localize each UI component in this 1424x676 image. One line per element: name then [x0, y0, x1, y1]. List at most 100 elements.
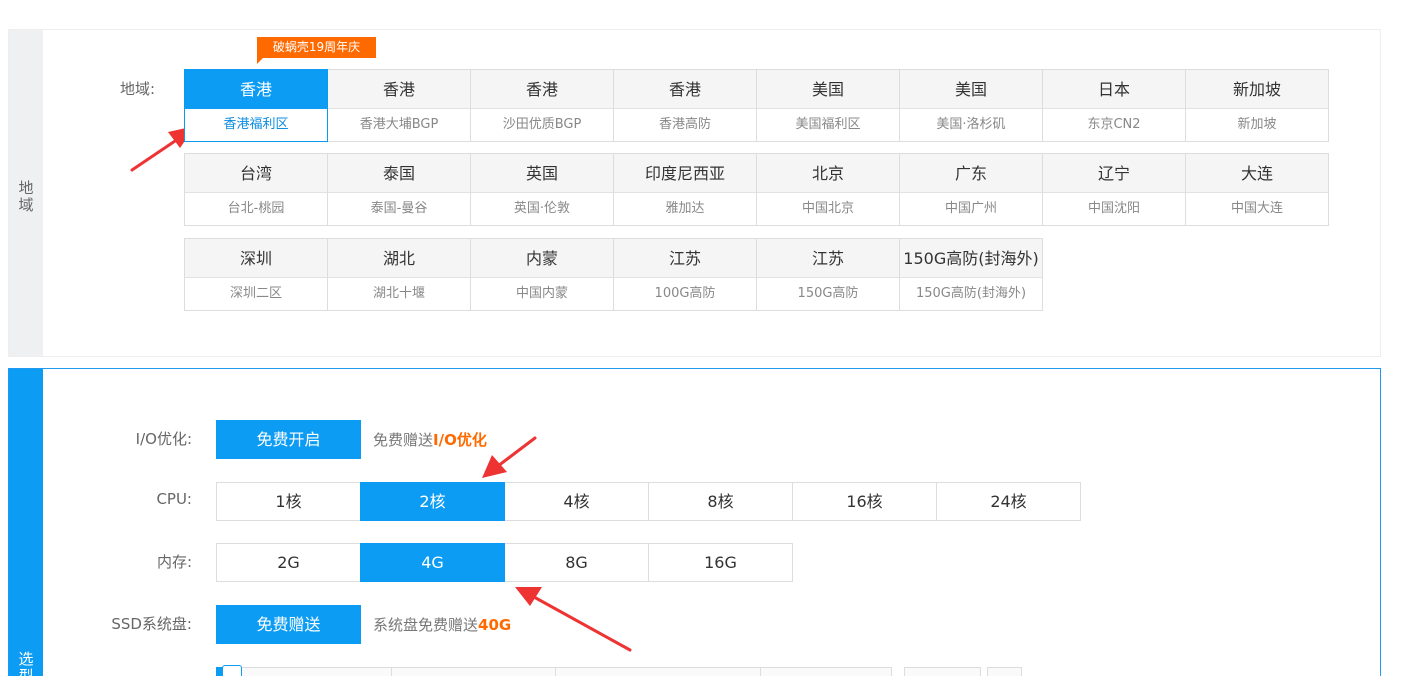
region-option-name: 大连: [1186, 154, 1328, 193]
cpu-options: 1核 2核 4核 8核 16核 24核: [216, 482, 1081, 521]
region-option[interactable]: 印度尼西亚 雅加达: [613, 153, 757, 226]
region-option-name: 广东: [900, 154, 1042, 193]
region-option-sub: 中国北京: [801, 201, 854, 216]
region-option-sub: 美国·洛杉矶: [936, 117, 1006, 132]
region-option-name: 美国: [900, 70, 1042, 109]
region-option-name: 台湾: [185, 154, 327, 193]
region-option[interactable]: 英国英国·伦敦: [470, 153, 614, 226]
region-option-name: 英国: [471, 154, 613, 193]
region-option-name: 香港: [328, 70, 470, 109]
memory-option[interactable]: 16G: [648, 543, 793, 582]
region-field-label: 地域:: [120, 80, 156, 98]
region-option-sub: 台北-桃园: [227, 201, 285, 216]
disk-slider-handle[interactable]: [222, 665, 242, 676]
region-option[interactable]: 美国美国·洛杉矶: [899, 69, 1043, 142]
region-option[interactable]: 香港沙田优质BGP: [470, 69, 614, 142]
ssd-free-button[interactable]: 免费赠送: [216, 605, 361, 644]
ssd-label: SSD系统盘:: [111, 615, 192, 633]
region-option-sub: 香港大埔BGP: [359, 117, 439, 132]
region-option-name: 泰国: [328, 154, 470, 193]
region-option[interactable]: 泰国泰国-曼谷: [327, 153, 471, 226]
region-option[interactable]: 江苏 100G高防: [613, 238, 757, 311]
region-option-sub: 中国大连: [1230, 201, 1283, 216]
region-option[interactable]: 台湾台北-桃园: [184, 153, 328, 226]
io-enable-button[interactable]: 免费开启: [216, 420, 361, 459]
region-option-sub: 150G高防(封海外): [915, 286, 1027, 301]
region-option[interactable]: 香港香港大埔BGP: [327, 69, 471, 142]
memory-option[interactable]: 2G: [216, 543, 361, 582]
io-note-text: 免费赠送: [373, 431, 434, 449]
ssd-note-text: 系统盘免费赠送: [373, 616, 479, 634]
cpu-option[interactable]: 16核: [792, 482, 937, 521]
region-option-sub: 东京CN2: [1087, 117, 1141, 132]
region-option[interactable]: 江苏 150G高防: [756, 238, 900, 311]
slider-divider: [760, 667, 761, 676]
promo-badge: 破蜗壳19周年庆: [257, 37, 376, 64]
cpu-option[interactable]: 24核: [936, 482, 1081, 521]
region-option-name: 内蒙: [471, 239, 613, 278]
region-option-sub: 中国广州: [944, 201, 997, 216]
memory-option[interactable]: 8G: [504, 543, 649, 582]
cpu-option[interactable]: 4核: [504, 482, 649, 521]
region-option[interactable]: 大连 中国大连: [1185, 153, 1329, 226]
region-option-name: 150G高防(封海外): [900, 239, 1042, 278]
region-option-sub: 中国内蒙: [515, 286, 568, 301]
io-note: 免费赠送I/O优化: [373, 429, 487, 450]
cpu-label: CPU:: [156, 490, 192, 508]
region-option[interactable]: 广东 中国广州: [899, 153, 1043, 226]
region-option-sub: 香港福利区: [223, 117, 289, 132]
region-option[interactable]: 内蒙 中国内蒙: [470, 238, 614, 311]
slider-divider: [391, 667, 392, 676]
region-option-sub: 100G高防: [654, 286, 716, 301]
side-label-char: 选: [18, 650, 34, 668]
region-option[interactable]: 美国 美国福利区: [756, 69, 900, 142]
region-option-sub: 新加坡: [1237, 117, 1277, 132]
region-option-name: 香港: [614, 70, 756, 109]
region-option-name: 香港: [185, 70, 327, 109]
region-option-name: 印度尼西亚: [614, 154, 756, 193]
region-option[interactable]: 新加坡 新加坡: [1185, 69, 1329, 142]
io-label: I/O优化:: [135, 430, 192, 448]
slider-divider: [555, 667, 556, 676]
region-option[interactable]: 湖北 湖北十堰: [327, 238, 471, 311]
region-side-tab: 地域: [9, 30, 43, 356]
region-option-name: 香港: [471, 70, 613, 109]
region-option-sub: 中国沈阳: [1087, 201, 1140, 216]
region-option[interactable]: 香港 香港福利区: [184, 69, 328, 142]
disk-stepper-button[interactable]: [987, 667, 1022, 676]
region-option-sub: 泰国-曼谷: [370, 201, 428, 216]
memory-option[interactable]: 4G: [360, 543, 505, 582]
region-option-name: 江苏: [757, 239, 899, 278]
disk-size-input[interactable]: [904, 667, 981, 676]
region-option-name: 日本: [1043, 70, 1185, 109]
cpu-option[interactable]: 1核: [216, 482, 361, 521]
region-row: 深圳 深圳二区 湖北 湖北十堰 内蒙 中国内蒙 江苏 100G高防 江苏 150G高防 150G高防…: [184, 238, 1336, 311]
side-label-char: 域: [18, 196, 34, 214]
region-row: 台湾 台北-桃园 泰国 泰国-曼谷 英国 英国·伦敦 印度尼西亚 雅加达 北京 中国北京 广东 中国广…: [184, 153, 1336, 226]
ssd-note-highlight: 40G: [478, 616, 512, 634]
region-option-sub: 沙田优质BGP: [502, 117, 582, 132]
region-option[interactable]: 深圳 深圳二区: [184, 238, 328, 311]
region-option-sub: 美国福利区: [795, 117, 861, 132]
cpu-option[interactable]: 2核: [360, 482, 505, 521]
region-option-sub: 深圳二区: [229, 286, 282, 301]
region-option[interactable]: 日本东京CN2: [1042, 69, 1186, 142]
region-option-sub: 雅加达: [665, 201, 705, 216]
disk-slider-track[interactable]: [216, 667, 892, 676]
io-note-highlight: I/O优化: [433, 431, 487, 449]
config-side-label: 选型: [9, 651, 43, 676]
region-option-name: 江苏: [614, 239, 756, 278]
side-label-char: 地: [18, 179, 34, 197]
region-option[interactable]: 150G高防(封海外) 150G高防(封海外): [899, 238, 1043, 311]
region-option[interactable]: 北京 中国北京: [756, 153, 900, 226]
ssd-note: 系统盘免费赠送40G: [373, 614, 511, 635]
region-option-name: 湖北: [328, 239, 470, 278]
region-option[interactable]: 香港 香港高防: [613, 69, 757, 142]
config-panel: 选型: [8, 368, 1381, 676]
region-option-sub: 湖北十堰: [372, 286, 425, 301]
region-option-name: 美国: [757, 70, 899, 109]
cpu-option[interactable]: 8核: [648, 482, 793, 521]
side-label-char: 型: [18, 667, 34, 676]
region-option-sub: 英国·伦敦: [513, 201, 571, 216]
region-option[interactable]: 辽宁 中国沈阳: [1042, 153, 1186, 226]
